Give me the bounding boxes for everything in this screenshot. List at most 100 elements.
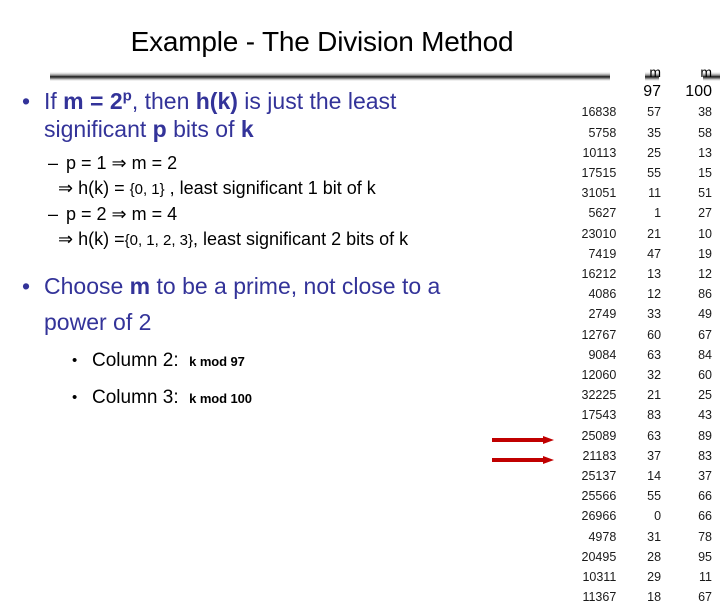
cell-k: 4978 — [588, 529, 617, 544]
cell-k: 11367 — [582, 590, 617, 605]
bullet-text-part: bits of — [166, 116, 241, 142]
cell-mod-100: 25 — [698, 388, 712, 403]
cell-mod-100: 12 — [698, 267, 712, 282]
bullet-item-choose-prime: • Choose m to be a prime, not close to a — [0, 273, 560, 300]
column-header-k — [552, 62, 622, 82]
cell-k: 16212 — [581, 267, 617, 282]
cell-mod-97: 60 — [647, 327, 662, 342]
cell-k: 5627 — [588, 206, 617, 221]
table-row: 17515 55 15 — [552, 163, 720, 183]
cell-mod-100: 43 — [698, 408, 712, 423]
cell-mod-100: 51 — [698, 186, 712, 201]
column-header-k-blank — [552, 82, 622, 102]
cell-k: 17515 — [581, 166, 617, 181]
column-header-m-97: m — [649, 64, 662, 80]
table-body: 16838 57 38 5758 35 58 10113 25 13 17515 55 15 31051… — [552, 102, 720, 607]
func-hk: h(k) — [195, 88, 238, 114]
bullet-item-choose-prime-line2: power of 2 — [44, 309, 152, 335]
cell-mod-97: 31 — [647, 529, 662, 544]
table-row: 25137 14 37 — [552, 466, 720, 486]
cell-k: 9084 — [588, 347, 617, 362]
cell-mod-100: 67 — [698, 327, 712, 342]
arrow-shaft — [492, 438, 544, 442]
table-row: 17543 83 43 — [552, 405, 720, 425]
table-row: 20495 28 95 — [552, 547, 720, 567]
implication-text-part: h(k) = — [73, 178, 130, 198]
cell-k: 20495 — [581, 549, 617, 564]
var-m: m — [63, 88, 84, 114]
cell-mod-97: 63 — [647, 347, 662, 362]
cell-mod-97: 32 — [647, 368, 662, 383]
cell-mod-97: 63 — [647, 428, 662, 443]
cell-k: 12767 — [581, 327, 617, 342]
bullet-glyph-icon: • — [22, 88, 31, 114]
cell-k: 4086 — [588, 287, 617, 302]
bullet-text-part: Choose — [44, 273, 130, 299]
divider-segment-main — [50, 72, 610, 81]
cell-mod-97: 55 — [647, 166, 662, 181]
pointer-arrow-row-25566 — [492, 436, 554, 444]
implies-icon: ⇒ — [111, 204, 127, 224]
table: m m 97 100 16838 57 38 5758 35 58 10113 25 13 175… — [552, 62, 720, 607]
cell-mod-97: 21 — [647, 226, 662, 241]
table-row: 9084 63 84 — [552, 345, 720, 365]
slide-body: • If m = 2p, then h(k) is just the least… — [0, 88, 560, 412]
cell-mod-97: 14 — [647, 469, 662, 484]
implication-text-part: , least significant 1 bit of k — [164, 178, 376, 198]
cell-k: 23010 — [581, 226, 617, 241]
implication-text-part: , least significant 2 bits of k — [193, 229, 409, 249]
table-row: 16838 57 38 — [552, 102, 720, 122]
implies-icon: ⇒ — [111, 153, 127, 173]
implies-icon: ⇒ — [58, 178, 74, 198]
table-row: 2749 33 49 — [552, 304, 720, 324]
cell-k: 12060 — [581, 368, 617, 383]
cell-mod-97: 57 — [647, 105, 662, 120]
bullet-glyph-icon: • — [72, 389, 78, 406]
table-row: 4086 12 86 — [552, 284, 720, 304]
table-row: 7419 47 19 — [552, 244, 720, 264]
table-row: 31051 11 51 — [552, 183, 720, 203]
list-item-column2: • Column 2: k mod 97 — [0, 348, 560, 375]
cell-k: 26966 — [581, 509, 617, 524]
implies-icon: ⇒ — [58, 229, 74, 249]
cell-mod-100: 49 — [698, 307, 712, 322]
cell-mod-100: 10 — [698, 226, 712, 241]
cell-mod-100: 89 — [698, 428, 712, 443]
cell-mod-97: 29 — [647, 570, 662, 585]
cell-mod-97: 47 — [647, 246, 662, 261]
value-two: 2 — [109, 88, 123, 114]
bullet-text-part: significant — [44, 116, 153, 142]
implication-text-part: h(k) = — [73, 229, 125, 249]
table-head: m m 97 100 — [552, 62, 720, 102]
cell-k: 7419 — [588, 246, 617, 261]
cell-mod-97: 18 — [647, 590, 662, 605]
table-row: 11367 18 67 — [552, 587, 720, 607]
cell-mod-97: 21 — [647, 388, 662, 403]
cell-k: 32225 — [581, 388, 617, 403]
table-row: 23010 21 10 — [552, 224, 720, 244]
hash-value-set-2: {0, 1, 2, 3} — [124, 232, 194, 249]
implication-line-1: ⇒ h(k) = {0, 1} , least significant 1 bi… — [0, 176, 560, 202]
cell-mod-100: 37 — [698, 469, 712, 484]
cell-mod-100: 27 — [698, 206, 712, 221]
cell-mod-97: 33 — [647, 307, 662, 322]
sub-bullet-p2: – p = 2 ⇒ m = 4 — [0, 202, 560, 227]
column-header-value-97: 97 — [643, 83, 662, 101]
table-row: 12767 60 67 — [552, 325, 720, 345]
bullet-text-part: If — [44, 88, 64, 114]
table-row: 10113 25 13 — [552, 143, 720, 163]
cell-mod-100: 38 — [698, 105, 712, 120]
bullet-text-part: , then — [131, 88, 196, 114]
cell-mod-97: 12 — [647, 287, 662, 302]
table-row: 21183 37 83 — [552, 446, 720, 466]
table-row: 32225 21 25 — [552, 385, 720, 405]
bullet-text-part: = — [83, 88, 110, 114]
var-m: m — [129, 273, 151, 299]
cell-mod-97: 25 — [647, 145, 662, 160]
cell-mod-97: 37 — [647, 448, 662, 463]
cell-mod-100: 19 — [698, 246, 712, 261]
cell-mod-100: 67 — [698, 590, 712, 605]
bullet-glyph-icon: • — [72, 352, 78, 369]
cell-mod-100: 60 — [698, 368, 712, 383]
cell-mod-97: 11 — [648, 186, 662, 201]
